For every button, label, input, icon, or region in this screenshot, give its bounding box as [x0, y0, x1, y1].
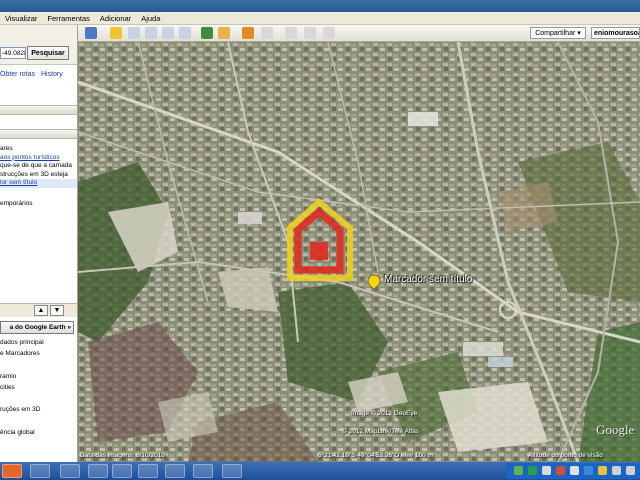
sun-icon[interactable] [218, 27, 230, 39]
user-account[interactable]: eniomourasoa [591, 27, 640, 39]
tray-icon[interactable] [598, 466, 607, 475]
altitude-readout: Altitude do ponto de visão [528, 452, 603, 459]
menu-item-help[interactable]: Ajuda [136, 14, 165, 23]
places-line: strucções em 3D esteja [0, 170, 68, 178]
placemark-label[interactable]: Marcador sem título [384, 274, 472, 285]
up-arrow-icon[interactable]: ▲ [34, 305, 48, 316]
google-logo: Google [596, 422, 635, 437]
share-button[interactable]: Compartilhar ▾ [530, 27, 586, 39]
firefox-icon[interactable] [2, 464, 22, 478]
earth-gallery-button[interactable]: a do Google Earth » [0, 321, 74, 334]
placemark-item[interactable]: lor sem título [0, 179, 77, 188]
email-icon[interactable] [285, 27, 297, 39]
explorer-icon[interactable] [30, 464, 50, 478]
path-icon[interactable] [145, 27, 157, 39]
print-icon[interactable] [304, 27, 316, 39]
menu-item-tools[interactable]: Ferramentas [42, 14, 95, 23]
layer-item[interactable]: ramio [0, 371, 77, 382]
menu-bar: Visualizar Ferramentas Adicionar Ajuda [0, 12, 640, 25]
record-tour-icon[interactable] [179, 27, 191, 39]
window-icon[interactable] [88, 464, 108, 478]
satellite-imagery [78, 42, 640, 462]
taskbar [0, 462, 640, 480]
directions-link[interactable]: Obter rotas [0, 71, 35, 78]
overlay-icon[interactable] [162, 27, 174, 39]
search-panel: Pesquisar [0, 25, 77, 65]
tray-icon[interactable] [570, 466, 579, 475]
image-credit: Image © 2012 GeoEye [351, 410, 418, 417]
search-input[interactable] [0, 47, 26, 59]
folder-icon[interactable] [60, 464, 80, 478]
layer-item[interactable] [0, 393, 77, 404]
tour-link[interactable]: aos pontos turísticos [0, 154, 77, 163]
history-link[interactable]: History [41, 71, 63, 78]
app-icon[interactable] [138, 464, 158, 478]
sidebar-toggle-icon[interactable] [85, 27, 97, 39]
word-icon[interactable] [193, 464, 213, 478]
tray-icon[interactable] [514, 466, 523, 475]
layer-item[interactable] [0, 415, 77, 426]
menu-item-add[interactable]: Adicionar [95, 14, 136, 23]
polygon-icon[interactable] [128, 27, 140, 39]
skype-icon[interactable] [222, 464, 242, 478]
sidebar: Pesquisar Obter rotas History ares aos p… [0, 25, 78, 462]
search-links: Obter rotas History [0, 71, 77, 78]
layer-item[interactable]: cities [0, 382, 77, 393]
placemark-pin-icon[interactable] [367, 274, 381, 290]
map-toolbar: Compartilhar ▾ eniomourasoa [78, 25, 640, 42]
places-line: ares [0, 145, 13, 152]
tray-icon[interactable] [542, 466, 551, 475]
google-maps-icon[interactable] [323, 27, 335, 39]
places-header[interactable] [0, 129, 77, 139]
tray-icon[interactable] [584, 466, 593, 475]
list-nav: ▲ ▼ [0, 303, 77, 317]
system-tray [506, 463, 640, 479]
down-arrow-icon[interactable]: ▼ [50, 305, 64, 316]
network-icon[interactable] [626, 466, 635, 475]
placemark-icon[interactable] [110, 27, 122, 39]
panel-divider [0, 105, 77, 115]
layer-item[interactable] [0, 359, 77, 370]
coordinates-readout: 5°21'42.10"S 49°04'53.26"O elev 100 m [318, 452, 433, 459]
imagery-date: Data das imagens: 8/10/2010 [80, 452, 165, 459]
app-icon[interactable] [112, 464, 132, 478]
layer-item[interactable]: ruções em 3D [0, 404, 77, 415]
app-icon[interactable] [165, 464, 185, 478]
layer-item[interactable]: e Marcadores [0, 348, 77, 359]
layers-list: dados principal e Marcadores ramio citie… [0, 337, 77, 438]
menu-item-view[interactable]: Visualizar [0, 14, 42, 23]
places-list: ares aos pontos turísticos que-se de que… [0, 145, 77, 209]
volume-icon[interactable] [612, 466, 621, 475]
tray-icon[interactable] [556, 466, 565, 475]
ruler-icon[interactable] [261, 27, 273, 39]
window-titlebar [0, 0, 640, 12]
search-button[interactable]: Pesquisar [27, 46, 69, 60]
map-view[interactable]: Marcador sem título Image © 2012 GeoEye … [78, 42, 640, 462]
layer-item[interactable]: ência global [0, 427, 77, 438]
layer-item[interactable]: dados principal [0, 337, 77, 348]
temporary-places-item[interactable]: emporários [0, 200, 77, 209]
planets-icon[interactable] [242, 27, 254, 39]
places-line: que-se de que a camada [0, 162, 72, 169]
historical-imagery-icon[interactable] [201, 27, 213, 39]
map-copyright: © 2012 MapLink/Tele Atlas [342, 428, 420, 435]
3d-building-marker-icon[interactable] [284, 198, 354, 283]
tray-icon[interactable] [528, 466, 537, 475]
